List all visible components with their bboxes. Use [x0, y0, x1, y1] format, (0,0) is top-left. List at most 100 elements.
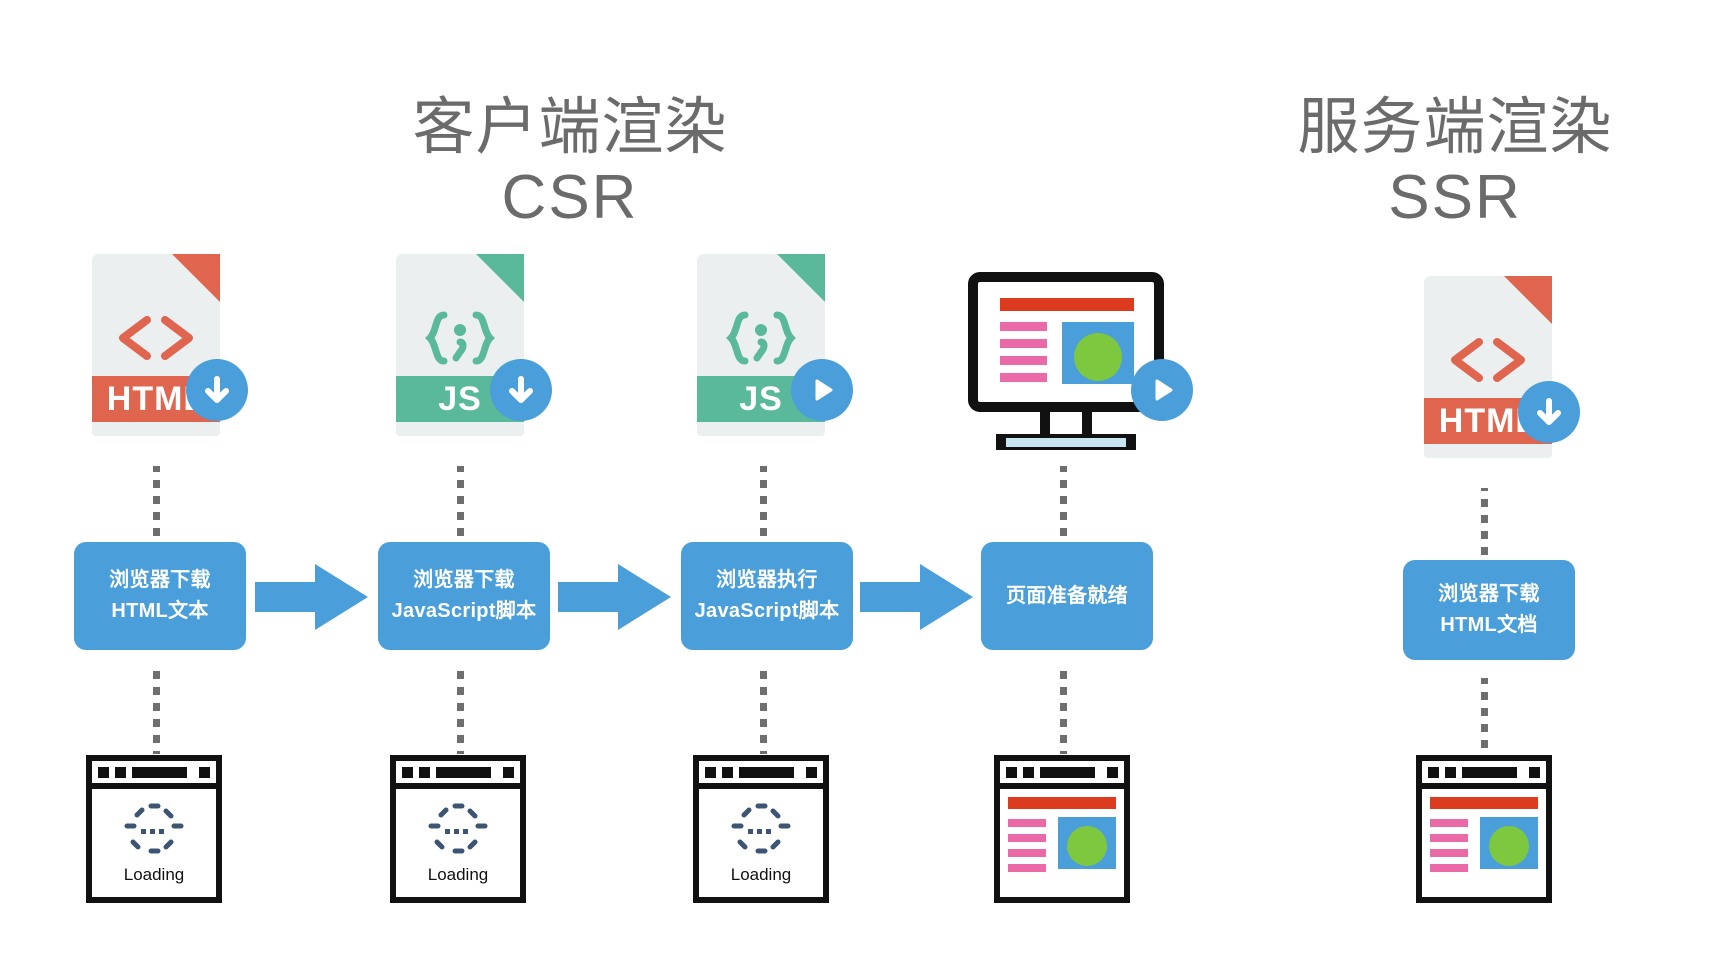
- connector-dots: [1060, 668, 1067, 754]
- loading-spinner-icon: [421, 801, 495, 863]
- page-text-line: [1000, 339, 1047, 348]
- download-badge-2[interactable]: [490, 359, 552, 421]
- browser-address-bar[interactable]: [739, 766, 794, 778]
- arrow-right-icon: [860, 564, 973, 630]
- asset-monitor: [968, 272, 1164, 450]
- loading-label: Loading: [427, 865, 489, 884]
- connector-dots: [1481, 488, 1488, 558]
- download-badge-1[interactable]: [186, 359, 248, 421]
- play-badge-2[interactable]: [1131, 359, 1193, 421]
- page-text-line: [1430, 819, 1468, 827]
- browser-dot: [722, 766, 733, 778]
- csr-title-abbr: CSR: [501, 162, 639, 232]
- page-text-line: [1008, 849, 1046, 857]
- browser-dot: [98, 766, 109, 778]
- connector-dots: [457, 668, 464, 754]
- page-image-circle: [1067, 826, 1107, 866]
- browser-address-bar[interactable]: [132, 766, 187, 778]
- browser-content: [1422, 789, 1546, 897]
- browser-dot: [806, 766, 817, 778]
- monitor-base-inner: [1006, 438, 1126, 447]
- download-icon: [509, 376, 533, 403]
- page-text-line: [1000, 373, 1047, 382]
- browser-address-bar[interactable]: [436, 766, 491, 778]
- page-image-circle: [1074, 333, 1122, 381]
- connector-dots: [153, 668, 160, 754]
- browser-content: [1000, 789, 1124, 897]
- page-text-line: [1000, 356, 1047, 365]
- browser-title-bar: [699, 761, 823, 789]
- rendered-page-preview: [1000, 298, 1134, 388]
- browser-dot: [705, 766, 716, 778]
- page-text-line: [1430, 864, 1468, 872]
- page-header-bar: [1008, 797, 1116, 809]
- flow-arrow-3: [860, 562, 975, 632]
- arrow-right-icon: [558, 564, 671, 630]
- browser-window-3: Loading: [693, 755, 829, 903]
- page-text-line: [1008, 864, 1046, 872]
- browser-title-bar: [396, 761, 520, 789]
- page-text-line: [1430, 834, 1468, 842]
- loading-label: Loading: [730, 865, 792, 884]
- step-box-4[interactable]: 页面准备就绪: [981, 542, 1153, 650]
- browser-window-ssr: [1416, 755, 1552, 903]
- page-text-line: [1430, 849, 1468, 857]
- file-fold-corner: [777, 254, 825, 302]
- page-header-bar: [1000, 298, 1134, 311]
- browser-dot: [199, 766, 210, 778]
- arrow-right-icon: [255, 564, 368, 630]
- page-text-line: [1008, 834, 1046, 842]
- file-fold-corner: [1504, 276, 1552, 324]
- page-image-circle: [1489, 826, 1529, 866]
- browser-dot: [419, 766, 430, 778]
- browser-dot: [1107, 766, 1118, 778]
- loading-spinner-icon: [724, 801, 798, 863]
- page-text-line: [1008, 819, 1046, 827]
- connector-dots: [457, 466, 464, 542]
- play-icon: [815, 379, 833, 401]
- page-header-bar: [1430, 797, 1538, 809]
- browser-dot: [402, 766, 413, 778]
- browser-window-1: Loading: [86, 755, 222, 903]
- browser-address-bar[interactable]: [1462, 766, 1517, 778]
- download-badge-ssr[interactable]: [1518, 381, 1580, 443]
- play-badge-1[interactable]: [791, 359, 853, 421]
- browser-address-bar[interactable]: [1040, 766, 1095, 778]
- flow-arrow-2: [558, 562, 673, 632]
- connector-dots: [1060, 466, 1067, 542]
- step-box-2[interactable]: 浏览器下载 JavaScript脚本: [378, 542, 550, 650]
- ssr-title-cn: 服务端渲染: [1297, 93, 1613, 163]
- loading-spinner-icon: [117, 801, 191, 863]
- browser-window-2: Loading: [390, 755, 526, 903]
- connector-dots: [760, 668, 767, 754]
- browser-dot: [1006, 766, 1017, 778]
- step-box-ssr-1[interactable]: 浏览器下载 HTML文档: [1403, 560, 1575, 660]
- browser-content: Loading: [699, 789, 823, 897]
- browser-dot: [1428, 766, 1439, 778]
- ssr-title-abbr: SSR: [1388, 162, 1522, 232]
- flow-arrow-1: [255, 562, 370, 632]
- browser-dot: [1023, 766, 1034, 778]
- play-icon: [1155, 379, 1173, 401]
- rendered-page-preview: [1430, 795, 1538, 891]
- step-box-3[interactable]: 浏览器执行 JavaScript脚本: [681, 542, 853, 650]
- rendered-page-preview: [1008, 795, 1116, 891]
- loading-label: Loading: [123, 865, 185, 884]
- browser-dot: [1529, 766, 1540, 778]
- browser-content: Loading: [396, 789, 520, 897]
- ssr-title: 服务端渲染 SSR: [1245, 24, 1665, 302]
- download-icon: [1537, 398, 1561, 425]
- connector-dots: [153, 466, 160, 542]
- csr-title-cn: 客户端渲染: [412, 93, 728, 163]
- browser-dot: [503, 766, 514, 778]
- connector-dots: [760, 466, 767, 542]
- diagram-canvas: 客户端渲染 CSR 服务端渲染 SSR HTML JS JS HTML 浏览器下…: [0, 0, 1728, 980]
- browser-dot: [1445, 766, 1456, 778]
- file-fold-corner: [476, 254, 524, 302]
- browser-dot: [115, 766, 126, 778]
- browser-title-bar: [92, 761, 216, 789]
- browser-title-bar: [1000, 761, 1124, 789]
- page-text-line: [1000, 322, 1047, 331]
- download-icon: [205, 376, 229, 403]
- step-box-1[interactable]: 浏览器下载 HTML文本: [74, 542, 246, 650]
